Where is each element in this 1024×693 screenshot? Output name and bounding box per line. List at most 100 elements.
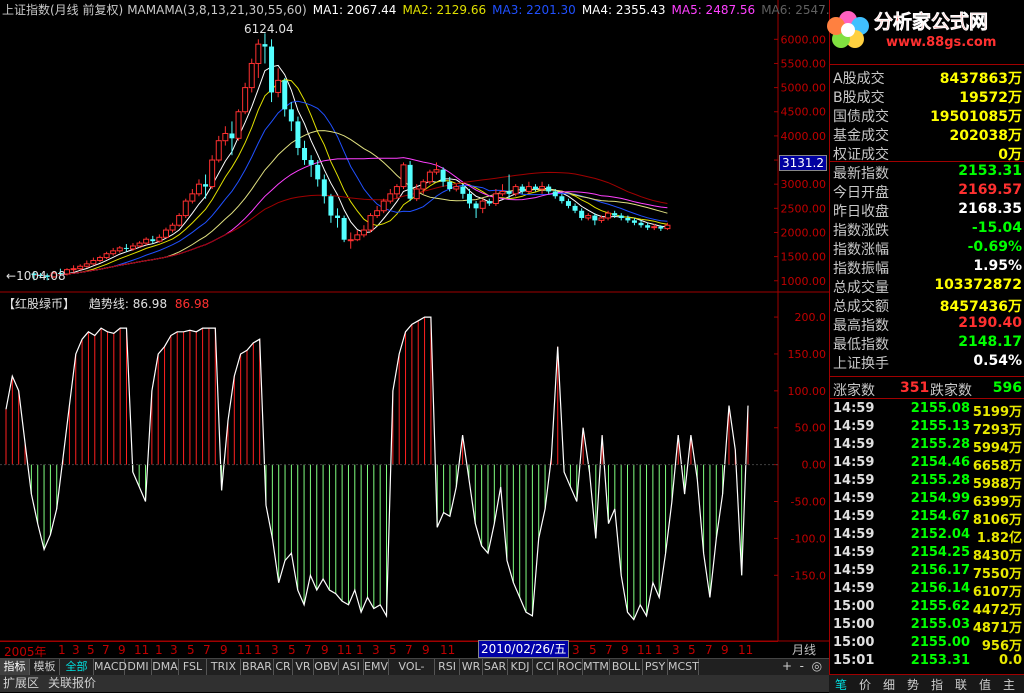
candle bbox=[374, 205, 381, 218]
bottom-bar: 扩展区 关联报价 bbox=[0, 675, 829, 692]
date-tick-label: 3 bbox=[572, 643, 580, 657]
indicator-tab-roc[interactable]: ROC bbox=[558, 659, 583, 675]
stat-row: 总成交额 8457436万 bbox=[830, 295, 1024, 315]
indicator-value1: 86.98 bbox=[132, 297, 168, 311]
tick-time: 14:59 bbox=[833, 491, 875, 506]
candle bbox=[275, 68, 282, 98]
indicator-tab-cr[interactable]: CR bbox=[274, 659, 293, 675]
trend-line bbox=[5, 316, 749, 621]
candle bbox=[380, 198, 387, 214]
indicator-tab-指标[interactable]: 指标 bbox=[0, 659, 30, 675]
candle bbox=[473, 201, 479, 218]
candle bbox=[486, 198, 492, 206]
indicator-tab-kdj[interactable]: KDJ bbox=[508, 659, 533, 675]
date-tick-label: 7 bbox=[203, 643, 211, 657]
candle bbox=[426, 169, 433, 185]
tick-time: 14:59 bbox=[833, 545, 875, 560]
zoom-controls[interactable]: + - ◎ bbox=[782, 659, 822, 673]
candle bbox=[123, 244, 129, 252]
candle bbox=[77, 264, 84, 271]
indicator-tab-wr[interactable]: WR bbox=[460, 659, 483, 675]
indicator-tab-asi[interactable]: ASI bbox=[339, 659, 364, 675]
indicator-tab-brar[interactable]: BRAR bbox=[241, 659, 274, 675]
indicator-tab-macd[interactable]: MACD bbox=[94, 659, 127, 675]
indicator-tab-psy[interactable]: PSY bbox=[643, 659, 668, 675]
tick-time: 15:01 bbox=[833, 653, 875, 668]
right-tab-2[interactable]: 细 bbox=[883, 676, 895, 693]
right-tab-5[interactable]: 联 bbox=[955, 676, 967, 693]
stat-row: 基金成交 202038万 bbox=[830, 124, 1024, 144]
candle bbox=[103, 251, 110, 260]
high-price-label: 6124.04 bbox=[244, 22, 294, 36]
candle bbox=[282, 77, 288, 117]
indicator-tab-mcst[interactable]: MCST bbox=[668, 659, 699, 675]
candle bbox=[618, 213, 624, 221]
right-tab-7[interactable]: 主 bbox=[1003, 676, 1015, 693]
osc-tick-label: -50.00 bbox=[791, 496, 826, 509]
indicator-tab-trix[interactable]: TRIX bbox=[207, 659, 241, 675]
indicator-tab-dma[interactable]: DMA bbox=[152, 659, 179, 675]
tick-time: 15:00 bbox=[833, 599, 875, 614]
stat-value: 2169.57 bbox=[958, 182, 1022, 198]
stat-value: 8437863万 bbox=[939, 71, 1022, 87]
candle bbox=[295, 116, 301, 156]
indicator-tab-vr[interactable]: VR bbox=[293, 659, 314, 675]
indicator-tab-模板[interactable]: 模板 bbox=[30, 659, 60, 675]
candle bbox=[209, 155, 216, 190]
right-tab-1[interactable]: 价 bbox=[859, 676, 871, 693]
date-tick-label: 11 bbox=[637, 643, 653, 657]
candle bbox=[143, 237, 150, 246]
indicator-tab-obv[interactable]: OBV bbox=[314, 659, 339, 675]
date-tick-label: 9 bbox=[118, 643, 126, 657]
indicator-tab-sar[interactable]: SAR bbox=[483, 659, 508, 675]
stat-value: 19572万 bbox=[959, 90, 1022, 106]
candle bbox=[440, 167, 446, 187]
period-label[interactable]: 月线 bbox=[780, 641, 828, 657]
date-tick-label: 7 bbox=[102, 643, 110, 657]
indicator-tab-cci[interactable]: CCI bbox=[533, 659, 558, 675]
expand-area-tab[interactable]: 扩展区 bbox=[3, 676, 39, 691]
right-tab-6[interactable]: 值 bbox=[979, 676, 991, 693]
stat-label: A股成交 bbox=[833, 71, 885, 87]
tick-row: 14:59 2154.99 6399万 bbox=[830, 490, 1024, 510]
candle bbox=[110, 247, 117, 256]
candle bbox=[341, 215, 347, 243]
up-count: 351 bbox=[900, 380, 930, 396]
current-price-tag: 3131.2 bbox=[779, 155, 827, 171]
candle bbox=[559, 193, 565, 204]
moving-average-line bbox=[33, 130, 668, 277]
candle bbox=[182, 198, 189, 218]
tick-row: 14:59 2154.67 8106万 bbox=[830, 508, 1024, 528]
price-tick-label: 1500.00 bbox=[781, 251, 827, 264]
stat-row: 最高指数 2190.40 bbox=[830, 314, 1024, 334]
osc-tick-label: 200.0 bbox=[795, 311, 827, 324]
stat-value: 8457436万 bbox=[939, 299, 1022, 315]
date-tick-label: 1 bbox=[655, 643, 663, 657]
candle bbox=[203, 174, 209, 199]
indicator-tab-vol-tdx[interactable]: VOL-TDX bbox=[389, 659, 435, 689]
right-tab-3[interactable]: 势 bbox=[907, 676, 919, 693]
tick-row: 14:59 2155.08 5199万 bbox=[830, 400, 1024, 420]
related-quote-tab[interactable]: 关联报价 bbox=[48, 676, 96, 691]
chart-canvas[interactable]: 6000.005500.005000.004500.004000.003500.… bbox=[0, 0, 829, 658]
right-tab-4[interactable]: 指 bbox=[931, 676, 943, 693]
legend-ma1: MA1: 2067.44 bbox=[312, 3, 397, 17]
tick-time: 14:59 bbox=[833, 473, 875, 488]
candle bbox=[189, 189, 196, 204]
indicator-tab-mtm[interactable]: MTM bbox=[583, 659, 610, 675]
indicator-tab-boll[interactable]: BOLL bbox=[610, 659, 643, 675]
right-tab-0[interactable]: 笔 bbox=[835, 676, 847, 693]
indicator-tab-rsi[interactable]: RSI bbox=[435, 659, 460, 675]
indicator-tab-dmi[interactable]: DMI bbox=[125, 659, 152, 675]
stat-row: 最低指数 2148.17 bbox=[830, 333, 1024, 353]
candle bbox=[255, 39, 262, 78]
chart-legend: 上证指数(月线 前复权) MAMAMA(3,8,13,21,30,55,60) MA… bbox=[2, 1, 843, 17]
indicator-tab-全部[interactable]: 全部 bbox=[60, 659, 94, 675]
osc-tick-label: 150.00 bbox=[788, 348, 827, 361]
indicator-tab-emv[interactable]: EMV bbox=[364, 659, 389, 675]
candle bbox=[354, 230, 361, 242]
candle bbox=[579, 208, 585, 221]
low-price-label: ←1004.08 bbox=[6, 269, 66, 283]
indicator-tab-fsl[interactable]: FSL bbox=[179, 659, 207, 675]
candle bbox=[195, 179, 202, 197]
